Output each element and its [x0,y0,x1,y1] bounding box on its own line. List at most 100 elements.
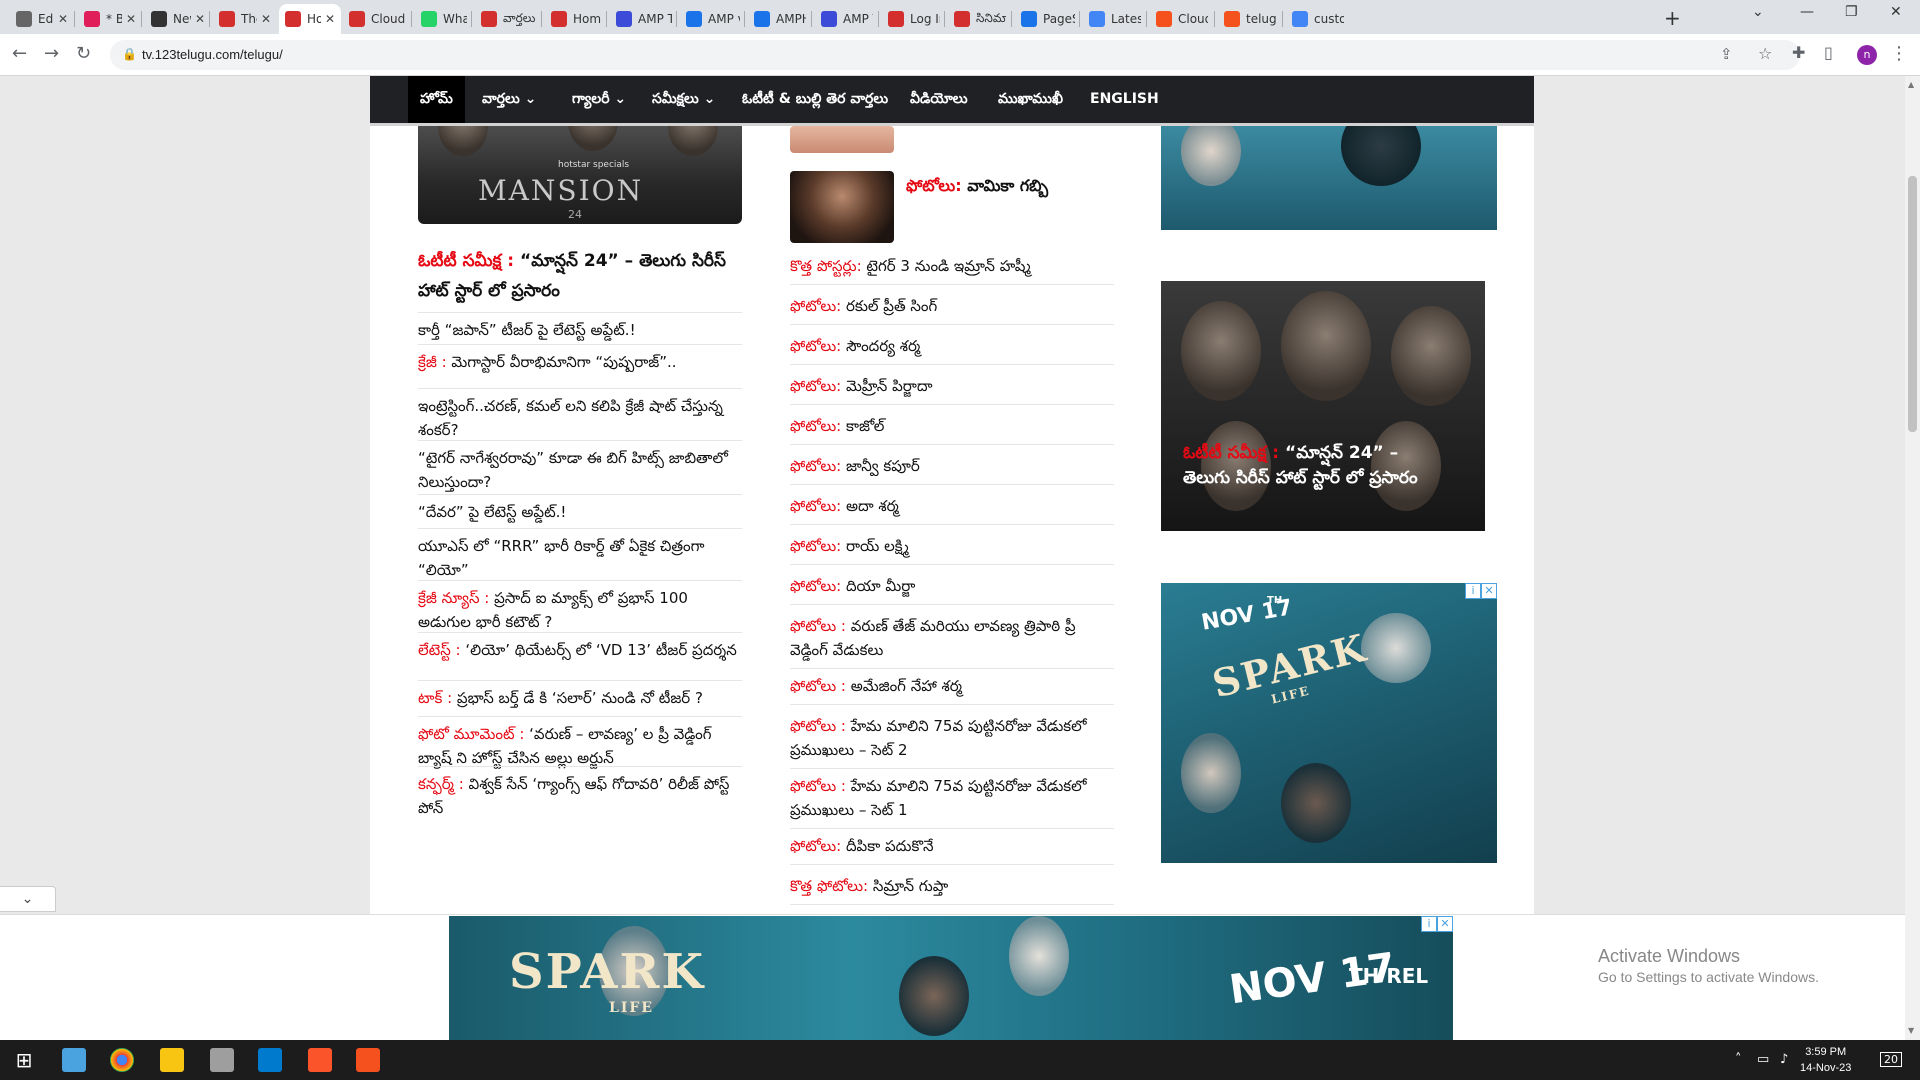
back-icon[interactable]: ← [12,43,27,64]
ad-close-icon[interactable]: ✕ [1481,583,1497,599]
system-clock[interactable]: 3:59 PM 14-Nov-23 [1800,1044,1851,1076]
browser-tab[interactable]: WhatsA [415,4,473,34]
restore-icon[interactable]: ❐ [1845,4,1858,20]
tab-close-icon[interactable]: ✕ [325,12,335,26]
browser-tab[interactable]: Theme ✕ [213,4,277,34]
network-icon[interactable]: ▭ [1757,1052,1769,1067]
lead-thumbnail[interactable]: hotstar specials MANSION 24 [418,126,742,224]
browser-tab[interactable]: Edi ✕ [10,4,74,34]
photo-headline-item[interactable]: ఫోటోలు: అదా శర్మ [790,494,1114,525]
browser-tab[interactable]: AMP Te [610,4,678,34]
browser-tab[interactable]: సినిమా [948,4,1012,34]
browser-tab[interactable]: Ho ✕ [279,4,341,34]
browser-tab[interactable]: * B ✕ [78,4,142,34]
brave-icon[interactable] [308,1048,332,1072]
vscode-icon[interactable] [258,1048,282,1072]
nav-home[interactable]: హోమ్ [408,76,465,123]
browser-tab[interactable]: telugu_ [1218,4,1282,34]
bookmark-star-icon[interactable]: ☆ [1758,44,1772,63]
bottom-banner-ad[interactable]: SPARK LIFE NOV 17 TH REL i ✕ [449,916,1453,1040]
files-app-icon[interactable] [62,1048,86,1072]
photo-headline-item[interactable]: ఫోటోలు: రాయ్ లక్ష్మి [790,534,1114,565]
banner-info-icon[interactable]: i [1421,916,1437,932]
left-headline-item[interactable]: “దేవర” పై లేటెస్ట్ అప్డేట్.! [418,494,742,524]
photo-headline-item[interactable]: ఫోటోలు: మెహ్రీన్ పిర్జాదా [790,374,1114,405]
browser-tab[interactable]: Cloud t [1150,4,1214,34]
photo-headline-item[interactable]: ఫోటోలు: జాన్వీ కపూర్ [790,454,1114,485]
left-headline-item[interactable]: యూఎస్ లో “RRR” భారీ రికార్డ్ తో ఏకైక చిత… [418,528,742,582]
xampp-icon[interactable] [356,1048,380,1072]
tab-close-icon[interactable]: ✕ [126,12,136,26]
photo-thumbnail-feature[interactable] [790,171,894,243]
browser-tab[interactable]: AMP va [680,4,746,34]
feature-headline[interactable]: ఫోటోలు: వామికా గబ్బి [906,176,1048,199]
nav-interviews[interactable]: ముఖాముఖీ [986,76,1075,123]
browser-tab[interactable]: AMP Te [815,4,879,34]
browser-tab[interactable]: Latest P [1083,4,1147,34]
photo-headline-item[interactable]: ఫోటోలు : హేమ మాలిని 75వ పుట్టినరోజు వేడు… [790,774,1114,829]
tab-close-icon[interactable]: ✕ [195,12,205,26]
nav-ott-tv-news[interactable]: ఓటీటీ & బుల్లి తెర వార్తలు [730,76,900,123]
tab-search-icon[interactable]: ⌄ [1752,4,1764,20]
file-explorer-icon[interactable] [160,1048,184,1072]
tray-expand-icon[interactable]: ˄ [1735,1052,1742,1067]
photo-thumbnail-top[interactable] [790,126,894,153]
extensions-icon[interactable]: ✚ [1792,43,1805,62]
page-scrollbar[interactable]: ▲ ▼ [1905,76,1920,1040]
left-headline-item[interactable]: ఇంట్రెస్టింగ్..చరణ్, కమల్ లని కలిపి క్రే… [418,388,742,442]
scroll-thumb[interactable] [1908,176,1917,432]
new-tab-button[interactable]: + [1664,6,1681,30]
left-headline-item[interactable]: కార్తీ “జపాన్” టీజర్ పై లేటెస్ట్ అప్డేట్… [418,312,742,342]
start-icon[interactable]: ⊞ [12,1048,36,1072]
lock-icon[interactable]: 🔒 [122,47,137,61]
browser-tab[interactable]: Log In [882,4,946,34]
browser-tab[interactable]: PageSp [1015,4,1081,34]
tab-close-icon[interactable]: ✕ [58,12,68,26]
browser-tab[interactable]: Newspa ✕ [145,4,211,34]
lead-headline[interactable]: ఓటీటీ సమీక్ష : “మాన్షన్ 24” – తెలుగు సిర… [418,246,742,306]
photo-headline-item[interactable]: ఫోటోలు : అమేజింగ్ నేహా శర్మ [790,674,1114,705]
photo-headline-item[interactable]: ఫోటోలు: కాజోల్ [790,414,1114,445]
browser-tab[interactable]: AMPHT [748,4,812,34]
tab-close-icon[interactable]: ✕ [261,12,271,26]
browser-tab[interactable]: Cloud t [343,4,413,34]
banner-close-icon[interactable]: ✕ [1437,916,1453,932]
right-top-image[interactable] [1161,126,1497,230]
photo-headline-item[interactable]: ఫోటోలు: రకుల్ ప్రీత్ సింగ్ [790,294,1114,325]
photo-headline-item[interactable]: ఫోటోలు : వరుణ్ తేజ్ మరియు లావణ్య త్రిపాఠ… [790,614,1114,669]
address-bar[interactable]: 🔒 tv.123telugu.com/telugu/ ⇪ ☆ [110,40,1800,70]
volume-icon[interactable]: ♪ [1780,1052,1788,1067]
close-window-icon[interactable]: ✕ [1890,4,1902,20]
photo-headline-item[interactable]: కొత్త పోస్టర్లు: టైగర్ 3 నుండి ఇమ్రాన్ హ… [790,254,1114,285]
nav-videos[interactable]: వీడియోలు [898,76,980,123]
browser-tab[interactable]: Home | [545,4,607,34]
review-poster[interactable]: ఓటీటీ సమీక్ష : “మాన్షన్ 24” – తెలుగు సిర… [1161,281,1485,531]
reload-icon[interactable]: ↻ [76,43,91,64]
menu-icon[interactable]: ⋮ [1890,43,1908,64]
profile-avatar[interactable]: n [1857,45,1877,65]
browser-tab[interactable]: custom [1286,4,1350,34]
collapse-toggle-icon[interactable]: ⌄ [0,886,56,912]
url-text[interactable]: tv.123telugu.com/telugu/ [142,47,283,62]
photo-headline-item[interactable]: ఫోటోలు : హేమ మాలిని 75వ పుట్టినరోజు వేడు… [790,714,1114,769]
nav-news[interactable]: వార్తలు ⌄ [470,76,548,123]
nav-reviews[interactable]: సమీక్షలు ⌄ [640,76,727,123]
side-panel-icon[interactable]: ▯ [1824,43,1833,62]
nav-english[interactable]: ENGLISH [1078,76,1171,123]
photo-headline-item[interactable]: ఫోటోలు: దీపికా పదుకొనే [790,834,1114,865]
left-headline-item[interactable]: ఫోటో మూమెంట్ : ‘వరుణ్ – లావణ్య’ ల ప్రీ వ… [418,716,742,770]
photo-headline-item[interactable]: కొత్త ఫోటోలు: సిమ్రాన్ గుప్తా [790,874,1114,905]
minimize-icon[interactable]: — [1800,4,1814,20]
left-headline-item[interactable]: క్రేజీ న్యూస్ : ప్రసాద్ ఐ మ్యాక్స్ లో ప్… [418,580,742,634]
ad-info-icon[interactable]: i [1465,583,1481,599]
side-advertisement[interactable]: i ✕ SPARK LIFE NOV 17 TH [1161,583,1497,863]
left-headline-item[interactable]: కన్ఫర్మ్ : విశ్వక్ సేన్ ‘గ్యాంగ్స్ ఆఫ్ గ… [418,766,742,820]
notifications-badge[interactable]: 20 [1880,1052,1902,1067]
share-icon[interactable]: ⇪ [1720,45,1733,63]
chrome-icon[interactable] [110,1048,134,1072]
left-headline-item[interactable]: లేటెస్ట్ : ‘లియో’ థియేటర్స్ లో ‘VD 13’ ట… [418,632,742,662]
photo-headline-item[interactable]: ఫోటోలు: దియా మీర్జా [790,574,1114,605]
left-headline-item[interactable]: “టైగర్ నాగేశ్వరరావు” కూడా ఈ బిగ్ హిట్స్ … [418,440,742,494]
left-headline-item[interactable]: క్రేజీ : మెగాస్టార్ వీరాభిమానిగా “పుష్పర… [418,344,742,374]
left-headline-item[interactable]: టాక్ : ప్రభాస్ బర్త్ డే కి ‘సలార్’ నుండి… [418,680,742,710]
